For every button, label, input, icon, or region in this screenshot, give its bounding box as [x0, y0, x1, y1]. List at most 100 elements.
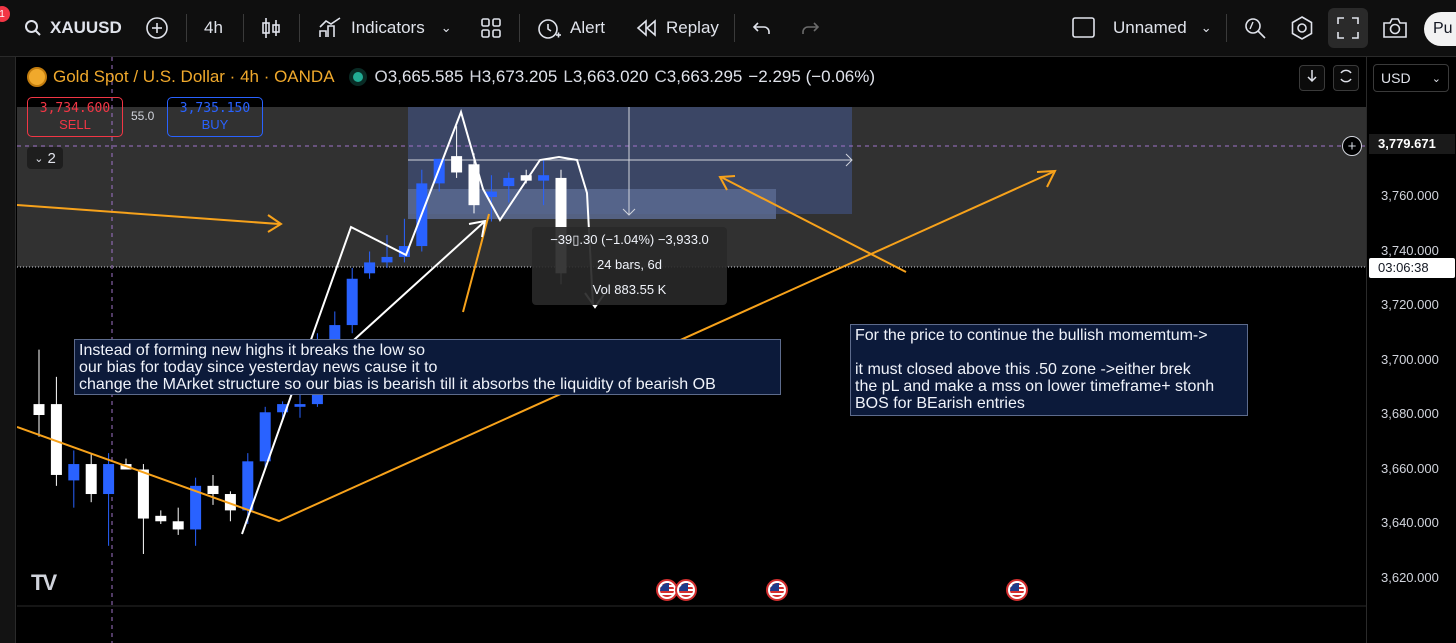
bar-countdown: 03:06:38 [1369, 258, 1455, 278]
candle-body[interactable] [346, 278, 358, 326]
candle-body[interactable] [68, 464, 80, 481]
chart-pane[interactable]: Gold Spot / U.S. Dollar · 4h · OANDA O 3,… [17, 57, 1366, 643]
candle-body[interactable] [33, 404, 45, 415]
price-tick-label: 3,660.000 [1381, 460, 1439, 476]
fifty-percent-zone[interactable] [408, 189, 776, 219]
notification-badge[interactable]: 1 [0, 6, 10, 22]
layout-name: Unnamed [1113, 18, 1187, 37]
sell-label: SELL [59, 117, 91, 132]
open-key: O [374, 67, 388, 86]
candle-body[interactable] [451, 156, 463, 173]
note-right[interactable]: For the price to continue the bullish mo… [850, 324, 1248, 416]
refresh-icon [1338, 68, 1354, 89]
measure-tooltip: −39▯.30 (−1.04%) −3,933.0 24 bars, 6d Vo… [532, 227, 727, 305]
add-price-alert-icon[interactable]: + [1342, 136, 1362, 156]
sell-button[interactable]: 3,734.600 SELL [27, 97, 123, 137]
candle-body[interactable] [207, 485, 219, 495]
candle-body[interactable] [381, 256, 393, 263]
indicators-label: Indicators [351, 18, 425, 37]
gear-icon [1290, 16, 1314, 40]
symbol-label: XAUUSD [50, 18, 122, 37]
fullscreen-icon [1337, 17, 1359, 39]
candle-body[interactable] [85, 464, 97, 495]
alert-label: Alert [570, 18, 605, 37]
candle-body[interactable] [155, 515, 167, 522]
us-flag-event-icon[interactable] [766, 579, 788, 601]
candle-body[interactable] [242, 461, 254, 511]
grid-icon [480, 17, 502, 39]
search-icon [24, 19, 42, 37]
chevron-down-icon: ⌄ [1431, 72, 1441, 85]
arrow-down-icon [1306, 69, 1318, 88]
gold-coin-icon [27, 67, 47, 87]
settings-button[interactable] [1290, 10, 1314, 46]
buy-button[interactable]: 3,735.150 BUY [167, 97, 263, 137]
crosshair-price-label: 3,779.671 [1369, 134, 1455, 154]
chevron-down-icon: ⌄ [440, 20, 452, 35]
low-value: 3,663.020 [572, 67, 649, 86]
candles-icon [261, 16, 281, 40]
us-flag-event-icon[interactable] [675, 579, 697, 601]
price-tick-label: 3,760.000 [1381, 188, 1439, 203]
top-toolbar: 1 XAUUSD 4h Indicators ⌄ Alert Replay Un… [0, 0, 1456, 57]
buy-label: BUY [201, 117, 229, 132]
candle-body[interactable] [103, 464, 115, 495]
currency-select[interactable]: USD ⌄ [1373, 64, 1449, 92]
candle-body[interactable] [503, 177, 515, 187]
undo-button[interactable] [752, 10, 772, 46]
legend-title[interactable]: Gold Spot / U.S. Dollar · 4h · OANDA [53, 67, 335, 87]
rewind-icon [636, 19, 658, 37]
camera-icon [1382, 17, 1408, 39]
symbol-search[interactable]: XAUUSD [24, 10, 122, 46]
compare-button[interactable] [145, 10, 169, 46]
measure-change: −39▯.30 (−1.04%) −3,933.0 [550, 232, 709, 247]
redo-icon [800, 20, 820, 36]
price-tick-label: 3,720.000 [1381, 297, 1439, 312]
scroll-down-button[interactable] [1299, 65, 1325, 91]
undo-icon [752, 20, 772, 36]
price-tick-label: 3,700.000 [1381, 351, 1439, 367]
quick-search-button[interactable] [1243, 10, 1267, 46]
magnifier-icon [1243, 16, 1267, 40]
drawing-toolbar-edge [0, 57, 16, 643]
templates-button[interactable] [480, 10, 502, 46]
candle-body[interactable] [259, 412, 271, 462]
replay-button[interactable]: Replay [636, 10, 719, 46]
candle-body[interactable] [294, 404, 306, 407]
tradingview-logo-icon[interactable]: TV [31, 570, 57, 596]
chevron-down-icon: ⌄ [34, 152, 44, 165]
indicators-icon [318, 17, 342, 39]
collapse-indicators-button[interactable]: ⌄ 2 [27, 147, 63, 169]
measure-volume: Vol 883.55 K [592, 282, 667, 297]
fullscreen-button[interactable] [1328, 8, 1368, 48]
note-left[interactable]: Instead of forming new highs it breaks t… [74, 339, 781, 395]
us-flag-event-icon[interactable] [1006, 579, 1028, 601]
price-axis[interactable]: USD ⌄ 3,760.000 3,740.000 3,720.000 3,700.0… [1366, 57, 1456, 643]
candle-body[interactable] [137, 469, 149, 519]
chart-type-button[interactable] [261, 10, 281, 46]
close-value: 3,663.295 [666, 67, 743, 86]
candle-body[interactable] [364, 262, 376, 274]
high-value: 3,673.205 [481, 67, 558, 86]
price-tick-label: 3,640.000 [1381, 515, 1439, 530]
publish-button[interactable]: Pu [1424, 12, 1456, 46]
candle-body[interactable] [172, 521, 184, 530]
snapshot-button[interactable] [1382, 10, 1408, 46]
currency-label: USD [1381, 70, 1411, 86]
checkbox-icon [1072, 17, 1096, 39]
alert-button[interactable]: Alert [536, 10, 605, 46]
candle-body[interactable] [538, 175, 550, 181]
layout-button[interactable]: Unnamed ⌄ [1072, 10, 1212, 46]
close-key: C [654, 67, 667, 86]
price-tick-label: 3,620.000 [1381, 569, 1439, 585]
plus-circle-icon [145, 16, 169, 40]
redo-button[interactable] [800, 10, 820, 46]
sell-price: 3,734.600 [39, 101, 111, 116]
auto-scale-button[interactable] [1333, 65, 1359, 91]
interval-button[interactable]: 4h [204, 10, 223, 46]
change-value: −2.295 (−0.06%) [748, 67, 876, 86]
indicators-button[interactable]: Indicators ⌄ [318, 10, 452, 46]
buy-price: 3,735.150 [179, 101, 251, 116]
open-value: 3,665.585 [387, 67, 464, 86]
market-status-icon[interactable] [352, 72, 363, 82]
